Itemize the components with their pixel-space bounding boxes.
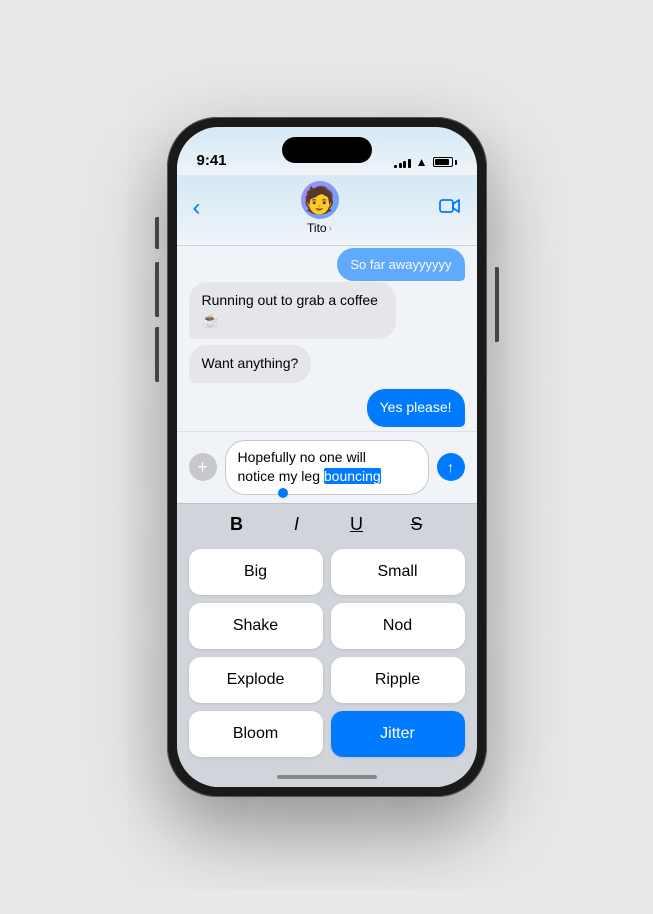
selected-text: bouncing <box>324 468 381 484</box>
bold-button[interactable]: B <box>222 514 252 535</box>
send-button[interactable]: ↑ <box>437 453 465 481</box>
underline-button[interactable]: U <box>342 514 372 535</box>
signal-icon <box>394 156 411 168</box>
contact-info: 🧑 Tito › <box>301 181 339 235</box>
contact-name[interactable]: Tito › <box>307 221 332 235</box>
phone-frame: 9:41 ▲ ‹ 🧑 <box>167 117 487 797</box>
format-toolbar: B I U S <box>177 503 477 541</box>
power-button[interactable] <box>495 267 499 342</box>
message-row: Running out to grab a coffee ☕ <box>189 282 465 339</box>
previous-message-hint: So far awayyyyyy <box>189 256 465 274</box>
animation-big-button[interactable]: Big <box>189 549 323 595</box>
home-indicator <box>177 769 477 787</box>
add-attachment-button[interactable]: + <box>189 453 217 481</box>
contact-chevron: › <box>329 223 332 234</box>
animation-explode-button[interactable]: Explode <box>189 657 323 703</box>
home-bar <box>277 775 377 779</box>
message-row: Want anything? <box>189 345 465 383</box>
message-bubble: Want anything? <box>189 345 312 383</box>
status-time: 9:41 <box>197 152 227 169</box>
messages-area: So far awayyyyyy Running out to grab a c… <box>177 246 477 431</box>
strikethrough-button[interactable]: S <box>402 514 432 535</box>
phone-screen: 9:41 ▲ ‹ 🧑 <box>177 127 477 787</box>
video-call-button[interactable] <box>439 198 461 219</box>
conversation-header: ‹ 🧑 Tito › <box>177 175 477 246</box>
text-cursor-handle[interactable] <box>278 488 288 498</box>
animation-options-grid: Big Small Shake Nod Explode Ripple Bloom… <box>177 541 477 769</box>
animation-jitter-button[interactable]: Jitter <box>331 711 465 757</box>
volume-down-button[interactable] <box>155 262 159 317</box>
message-row: Yes please! <box>189 389 465 427</box>
dynamic-island <box>282 137 372 163</box>
italic-button[interactable]: I <box>282 514 312 535</box>
back-button[interactable]: ‹ <box>193 196 201 220</box>
message-bubble: Running out to grab a coffee ☕ <box>189 282 396 339</box>
input-area: + Hopefully no one will notice my leg bo… <box>177 431 477 503</box>
animation-small-button[interactable]: Small <box>331 549 465 595</box>
animation-ripple-button[interactable]: Ripple <box>331 657 465 703</box>
battery-icon <box>433 157 457 167</box>
animation-shake-button[interactable]: Shake <box>189 603 323 649</box>
status-icons: ▲ <box>394 155 456 169</box>
message-input[interactable]: Hopefully no one will notice my leg boun… <box>225 440 429 495</box>
animation-nod-button[interactable]: Nod <box>331 603 465 649</box>
mute-button[interactable] <box>155 327 159 382</box>
avatar[interactable]: 🧑 <box>301 181 339 219</box>
wifi-icon: ▲ <box>416 155 428 169</box>
message-bubble: Yes please! <box>367 389 465 427</box>
input-text: Hopefully no one will notice my leg boun… <box>238 449 381 485</box>
animation-bloom-button[interactable]: Bloom <box>189 711 323 757</box>
volume-up-button[interactable] <box>155 217 159 249</box>
